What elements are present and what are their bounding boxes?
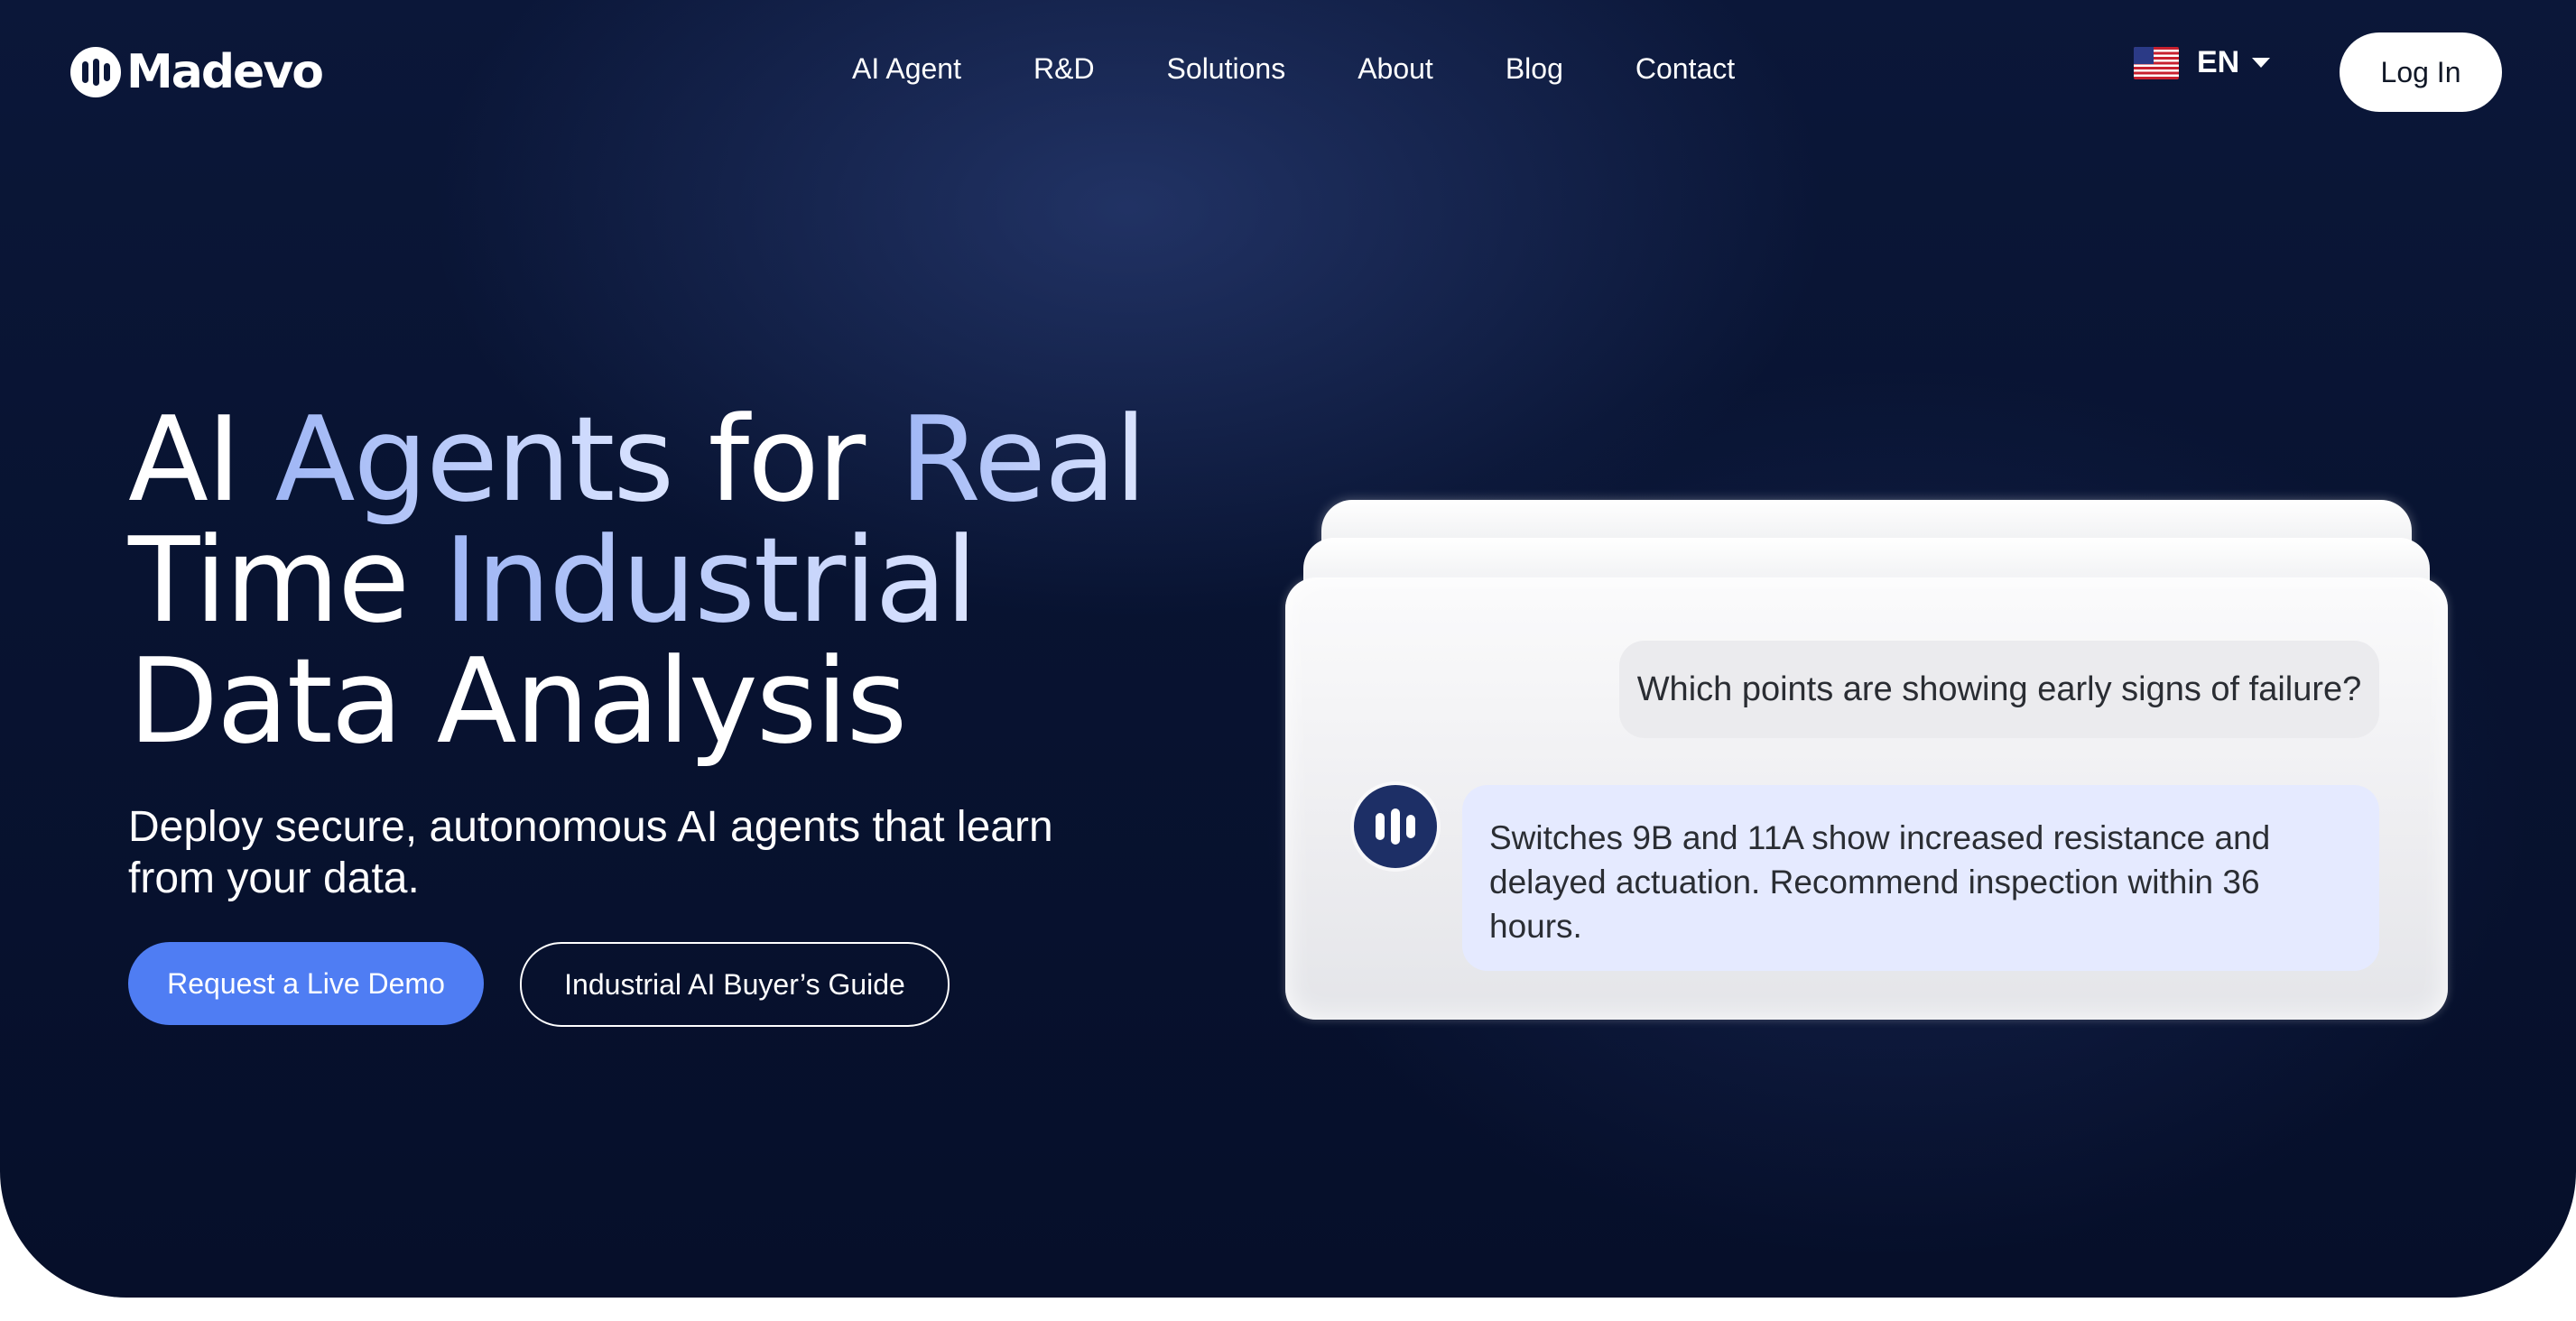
language-code: EN [2197, 45, 2240, 79]
nav-item-rnd[interactable]: R&D [1033, 52, 1095, 86]
headline-text: AI [128, 391, 275, 528]
headline-text: Data Analysis [128, 633, 907, 770]
hero-section: Madevo AI Agent R&D Solutions About Blog… [0, 0, 2576, 1298]
brand-logo[interactable]: Madevo [70, 45, 324, 99]
main-nav: AI Agent R&D Solutions About Blog Contac… [852, 52, 1807, 86]
chevron-down-icon [2252, 58, 2271, 68]
headline-text: for [672, 391, 900, 528]
nav-item-ai-agent[interactable]: AI Agent [852, 52, 961, 86]
request-demo-button[interactable]: Request a Live Demo [128, 942, 484, 1025]
headline-highlight: Real [899, 391, 1147, 528]
logo-icon [70, 47, 121, 97]
hero-headline: AI Agents for Real Time Industrial Data … [128, 399, 1265, 762]
hero-subtitle: Deploy secure, autonomous AI agents that… [128, 803, 1053, 902]
headline-highlight: Agents [274, 391, 675, 528]
nav-item-contact[interactable]: Contact [1635, 52, 1735, 86]
us-flag-icon [2134, 46, 2179, 79]
assistant-avatar-icon [1354, 785, 1437, 868]
headline-highlight: Industrial [443, 512, 978, 649]
buyers-guide-button[interactable]: Industrial AI Buyer’s Guide [520, 942, 950, 1027]
user-question-bubble: Which points are showing early signs of … [1619, 641, 2379, 738]
brand-name: Madevo [126, 45, 324, 99]
nav-item-blog[interactable]: Blog [1506, 52, 1563, 86]
nav-item-solutions[interactable]: Solutions [1167, 52, 1286, 86]
login-button[interactable]: Log In [2340, 32, 2502, 112]
headline-text: Time [128, 512, 444, 649]
nav-item-about[interactable]: About [1357, 52, 1433, 86]
language-selector[interactable]: EN [2134, 45, 2271, 80]
assistant-answer-bubble: Switches 9B and 11A show increased resis… [1462, 785, 2379, 971]
